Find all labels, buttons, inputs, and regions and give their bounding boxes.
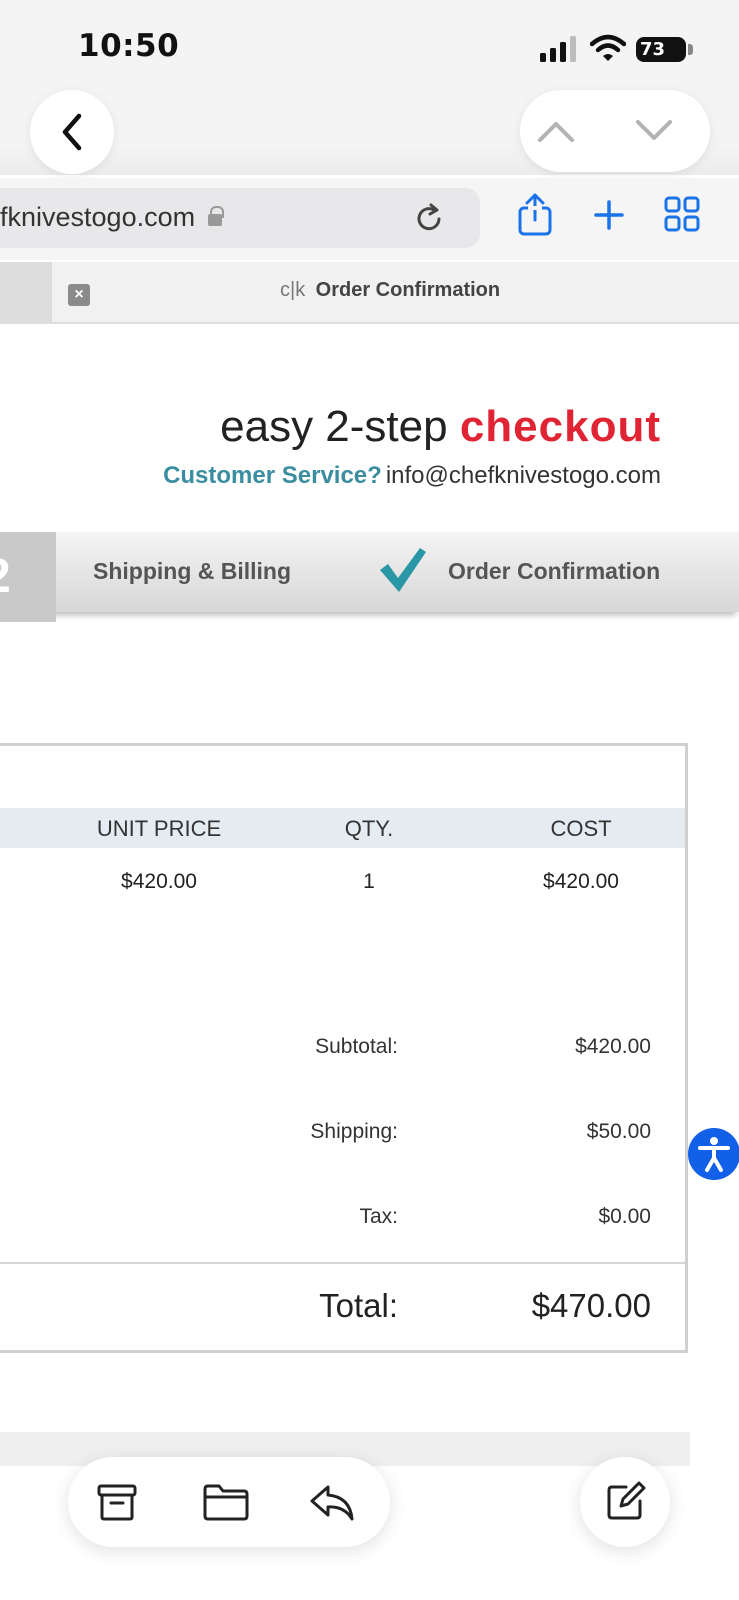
subtotal-label: Subtotal: [315, 1035, 398, 1058]
battery-icon: 73 [636, 37, 686, 62]
chevron-down-icon[interactable] [632, 112, 676, 150]
row-cost: $420.00 [543, 870, 619, 893]
share-icon[interactable] [515, 192, 555, 238]
cellular-signal-icon [540, 36, 576, 62]
customer-service-email[interactable]: info@chefknivestogo.com [386, 462, 661, 489]
accessibility-icon [698, 1137, 730, 1172]
tax-value: $0.00 [598, 1205, 651, 1228]
chevron-up-icon[interactable] [534, 112, 578, 150]
tab-title: Order Confirmation [315, 279, 501, 301]
accessibility-button[interactable] [688, 1128, 739, 1180]
column-qty: QTY. [344, 816, 394, 841]
chevron-left-icon [62, 113, 82, 151]
step-shipping-billing: Shipping & Billing [93, 558, 292, 584]
screen: 10:50 73 fknivestogo.com × c|k Order Con… [0, 0, 739, 1600]
row-unit-price: $420.00 [121, 870, 197, 893]
customer-service-label: Customer Service? [163, 462, 382, 489]
customer-service-line: Customer Service? info@chefknivestogo.com [163, 462, 661, 490]
status-bar: 10:50 73 [0, 0, 739, 90]
heading-plain: easy 2-step [220, 402, 460, 451]
tabs-grid-icon[interactable] [664, 196, 700, 232]
wifi-icon [590, 34, 626, 61]
total-divider [0, 1262, 685, 1264]
column-unit-price: UNIT PRICE [96, 816, 222, 841]
tax-label: Tax: [359, 1205, 398, 1228]
checkout-steps-bar: 2 Shipping & Billing Order Confirmation [0, 532, 739, 622]
tab-inactive[interactable] [0, 262, 52, 322]
address-url: fknivestogo.com [0, 202, 196, 232]
checkmark-icon [380, 548, 426, 592]
checkout-heading: easy 2-step checkout [220, 402, 661, 452]
reload-icon[interactable] [412, 202, 446, 236]
total-value: $470.00 [531, 1287, 651, 1324]
battery-level: 73 [640, 39, 666, 60]
tab-close-icon[interactable]: × [68, 284, 90, 306]
message-nav-control [520, 90, 710, 172]
battery-nub [688, 44, 693, 55]
browser-toolbar: fknivestogo.com [0, 178, 739, 260]
address-bar[interactable]: fknivestogo.com [0, 188, 480, 248]
archive-icon[interactable] [96, 1481, 138, 1523]
tab-active[interactable]: c|k Order Confirmation [280, 279, 500, 302]
lock-icon [208, 206, 224, 226]
status-time: 10:50 [78, 28, 180, 64]
folder-icon[interactable] [202, 1481, 250, 1523]
shipping-label: Shipping: [310, 1120, 398, 1143]
order-summary-card: UNIT PRICE QTY. COST $420.00 1 $420.00 S… [0, 743, 688, 1353]
compose-icon [607, 1481, 646, 1520]
plus-icon[interactable] [592, 198, 626, 232]
back-button[interactable] [30, 90, 114, 174]
step-order-confirmation: Order Confirmation [448, 558, 661, 584]
mail-action-toolbar [68, 1457, 390, 1547]
order-table-header: UNIT PRICE QTY. COST [0, 808, 685, 848]
compose-button[interactable] [580, 1457, 670, 1547]
tab-strip: × c|k Order Confirmation [0, 262, 739, 324]
heading-accent: checkout [459, 402, 661, 451]
total-label: Total: [319, 1287, 398, 1324]
site-favicon: c|k [280, 279, 306, 301]
shipping-value: $50.00 [586, 1120, 651, 1143]
row-qty: 1 [363, 870, 375, 893]
subtotal-value: $420.00 [575, 1035, 651, 1058]
reply-icon[interactable] [308, 1481, 356, 1523]
column-cost: COST [550, 816, 612, 841]
step-number: 2 [0, 532, 56, 622]
